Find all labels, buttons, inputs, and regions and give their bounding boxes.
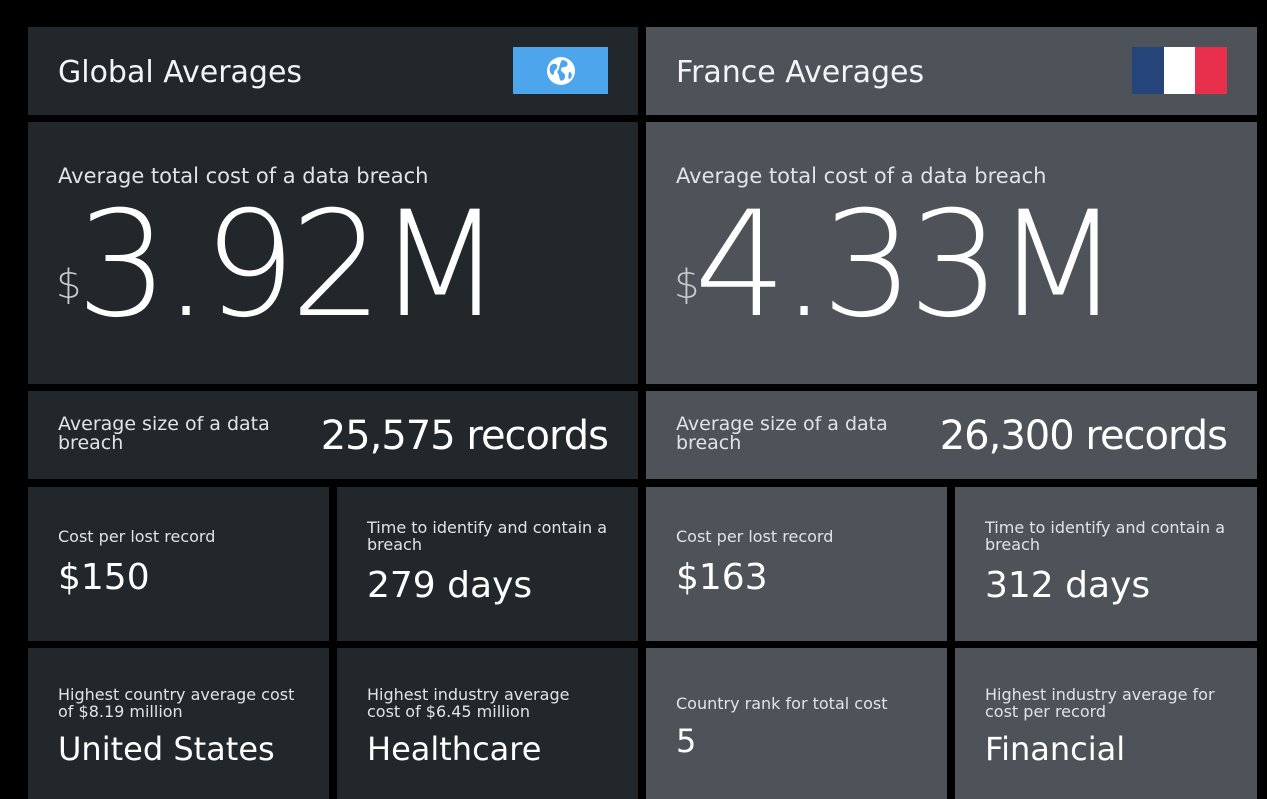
global-time-value: 279 days: [367, 565, 533, 606]
france-total-cost-card: Average total cost of a data breach $ 4.…: [646, 122, 1257, 384]
global-header: Global Averages: [28, 27, 638, 115]
global-cost-per-record-label: Cost per lost record: [58, 527, 216, 546]
global-cost-per-record-value: $150: [58, 557, 150, 598]
france-rank-card: Country rank for total cost 5: [646, 648, 947, 799]
global-total-cost-value: 3.92M: [76, 180, 503, 350]
france-size-card: Average size of a data breach 26,300 rec…: [646, 391, 1257, 479]
france-industry-label: Highest industry average for cost per re…: [985, 685, 1215, 721]
global-country-value: United States: [58, 730, 275, 768]
global-industry-label: Highest industry average cost of $6.45 m…: [367, 685, 570, 721]
global-size-value: 25,575 records: [320, 413, 609, 459]
france-size-label: Average size of a data breach: [676, 413, 888, 454]
flag-stripe-white: [1163, 47, 1196, 94]
france-flag-icon: [1132, 47, 1228, 94]
france-header: France Averages: [646, 27, 1257, 115]
dashboard: Global Averages Average total cost of a …: [0, 0, 1267, 799]
france-cost-per-record-card: Cost per lost record $163: [646, 487, 947, 641]
global-title: Global Averages: [58, 55, 303, 90]
france-cost-per-record-value: $163: [676, 557, 768, 598]
france-total-cost-value: 4.33M: [694, 180, 1121, 350]
france-time-label: Time to identify and contain a breach: [985, 518, 1226, 554]
globe-icon: [546, 56, 575, 85]
flag-stripe-blue: [1132, 47, 1164, 94]
global-size-label: Average size of a data breach: [58, 413, 270, 454]
global-total-cost-card: Average total cost of a data breach $ 3.…: [28, 122, 638, 384]
global-country-card: Highest country average cost of $8.19 mi…: [28, 648, 329, 799]
global-time-label: Time to identify and contain a breach: [367, 518, 608, 554]
global-cost-per-record-card: Cost per lost record $150: [28, 487, 329, 641]
global-size-card: Average size of a data breach 25,575 rec…: [28, 391, 638, 479]
france-industry-value: Financial: [985, 730, 1126, 768]
global-industry-value: Healthcare: [367, 730, 542, 768]
france-title: France Averages: [676, 55, 925, 90]
flag-stripe-red: [1195, 47, 1228, 94]
france-industry-card: Highest industry average for cost per re…: [955, 648, 1257, 799]
france-time-value: 312 days: [985, 565, 1151, 606]
global-time-card: Time to identify and contain a breach 27…: [337, 487, 638, 641]
france-rank-label: Country rank for total cost: [676, 694, 888, 713]
globe-badge: [513, 47, 608, 94]
france-cost-per-record-label: Cost per lost record: [676, 527, 834, 546]
france-time-card: Time to identify and contain a breach 31…: [955, 487, 1257, 641]
global-industry-card: Highest industry average cost of $6.45 m…: [337, 648, 638, 799]
global-country-label: Highest country average cost of $8.19 mi…: [58, 685, 295, 721]
france-size-value: 26,300 records: [939, 413, 1228, 459]
france-rank-value: 5: [676, 722, 697, 760]
